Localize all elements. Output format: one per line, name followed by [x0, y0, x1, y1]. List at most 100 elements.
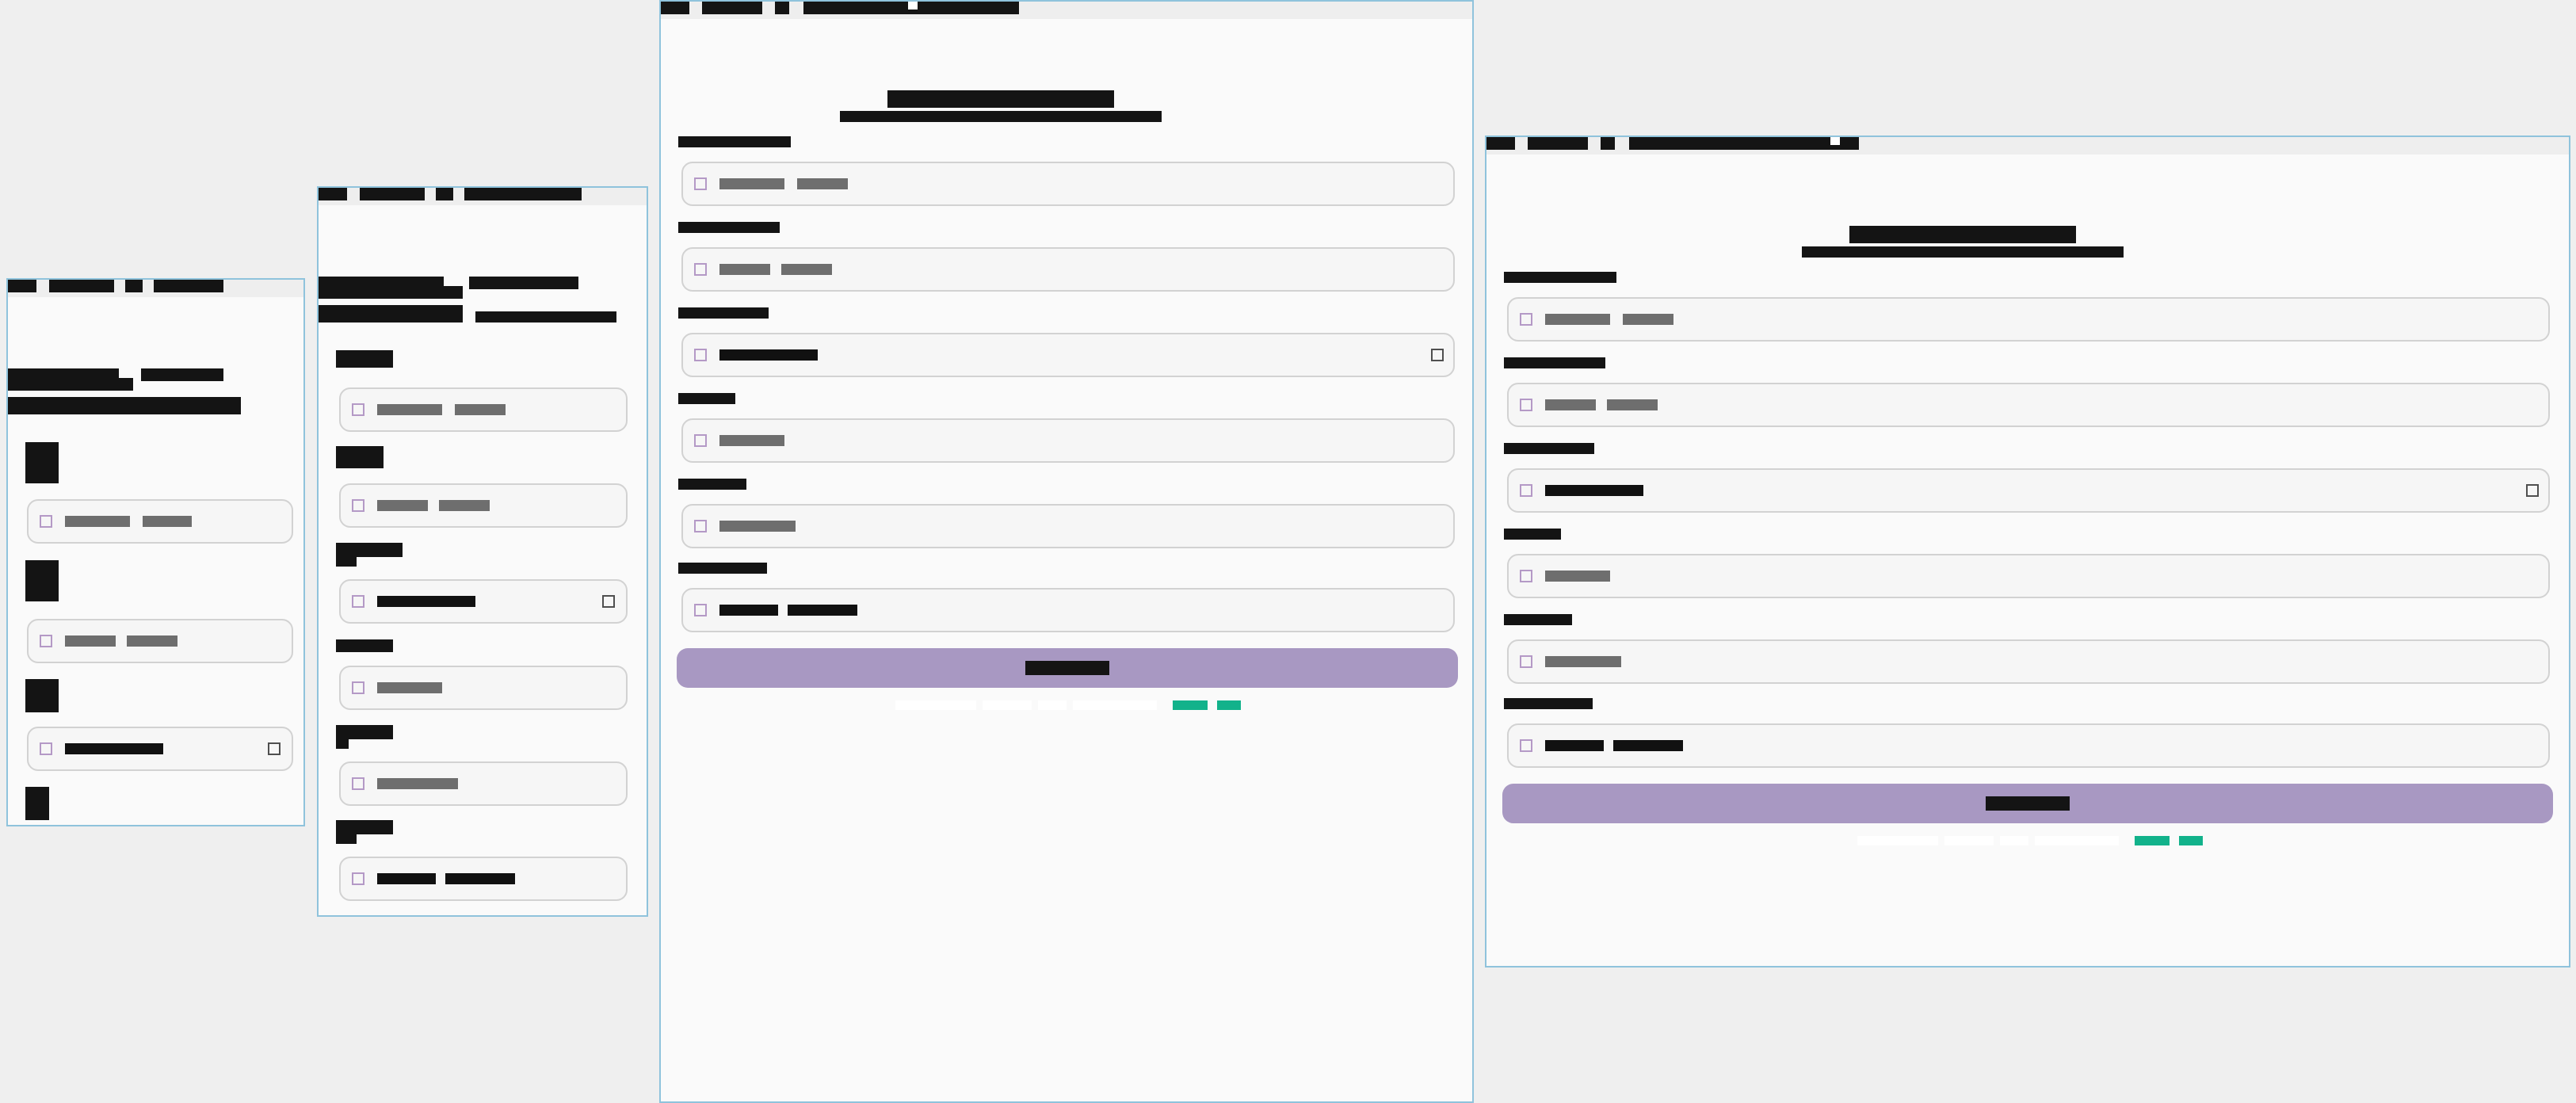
text-field[interactable]: [339, 666, 628, 710]
text-field[interactable]: [681, 418, 1455, 463]
checkbox-icon: [352, 499, 364, 512]
field-label: [336, 725, 393, 739]
field-label: [1504, 614, 1572, 625]
form-title: [8, 368, 119, 391]
field-value: [377, 873, 436, 884]
text-field[interactable]: [1507, 639, 2550, 684]
checkbox-icon: [694, 349, 707, 361]
field-placeholder: [377, 500, 428, 511]
field-label: [25, 787, 49, 820]
field-label: [678, 479, 746, 490]
field-placeholder: [65, 516, 130, 527]
text-field[interactable]: [27, 619, 293, 663]
text-field[interactable]: [339, 387, 628, 432]
field-placeholder: [65, 635, 116, 647]
form-title: [887, 90, 1114, 108]
screen-frame-sm: [317, 186, 648, 917]
checkbox-icon: [40, 515, 52, 528]
field-placeholder: [719, 178, 784, 189]
field-placeholder: [1545, 656, 1621, 667]
text-field[interactable]: [1507, 723, 2550, 768]
field-label: [678, 222, 780, 233]
field-value: [719, 349, 818, 361]
field-placeholder: [719, 264, 770, 275]
field-label: [336, 639, 393, 652]
signin-link[interactable]: [2135, 836, 2170, 845]
field-label: [1504, 529, 1561, 540]
toggle-visibility-icon[interactable]: [2526, 484, 2539, 497]
checkbox-icon: [694, 177, 707, 190]
checkbox-icon: [1520, 739, 1532, 752]
text-field[interactable]: [339, 483, 628, 528]
checkbox-icon: [40, 635, 52, 647]
text-field[interactable]: [681, 247, 1455, 292]
checkbox-icon: [1520, 655, 1532, 668]
checkbox-icon: [694, 604, 707, 616]
field-placeholder: [377, 682, 442, 693]
screen-frame-md: [659, 0, 1474, 1103]
toggle-visibility-icon[interactable]: [602, 595, 615, 608]
form-subtitle: [840, 111, 1162, 122]
field-placeholder: [1545, 399, 1596, 410]
checkbox-icon: [694, 434, 707, 447]
browser-topbar: [1486, 137, 2569, 155]
submit-button[interactable]: [1502, 784, 2553, 823]
checkbox-icon: [352, 872, 364, 885]
text-field[interactable]: [1507, 297, 2550, 342]
text-field[interactable]: [1507, 383, 2550, 427]
checkbox-icon: [694, 263, 707, 276]
form-subtitle: [8, 397, 241, 414]
screen-frame-xs: [6, 278, 305, 826]
screen-frame-lg: [1485, 135, 2570, 968]
field-label: [336, 446, 384, 468]
field-label: [1504, 443, 1594, 454]
field-label: [678, 393, 735, 404]
field-placeholder: [719, 435, 784, 446]
field-value: [1545, 740, 1604, 751]
checkbox-icon: [1520, 313, 1532, 326]
field-placeholder: [719, 521, 796, 532]
form-subtitle: [1802, 246, 2124, 258]
text-field[interactable]: [681, 588, 1455, 632]
field-placeholder: [1545, 571, 1610, 582]
field-value: [65, 743, 163, 754]
password-field[interactable]: [339, 579, 628, 624]
text-field[interactable]: [339, 761, 628, 806]
field-placeholder: [377, 778, 458, 789]
field-label: [25, 442, 59, 483]
checkbox-icon: [352, 403, 364, 416]
field-label: [25, 679, 59, 712]
toggle-visibility-icon[interactable]: [268, 742, 280, 755]
field-value: [719, 605, 778, 616]
checkbox-icon: [1520, 399, 1532, 411]
password-field[interactable]: [681, 333, 1455, 377]
text-field[interactable]: [1507, 554, 2550, 598]
form-subtitle: [319, 305, 463, 323]
field-label: [336, 820, 393, 834]
field-placeholder: [1545, 314, 1610, 325]
browser-topbar: [319, 188, 647, 205]
signin-link[interactable]: [1173, 700, 1208, 710]
field-label: [336, 350, 393, 368]
text-field[interactable]: [681, 162, 1455, 206]
field-value: [377, 596, 475, 607]
field-label: [678, 307, 769, 319]
password-field[interactable]: [1507, 468, 2550, 513]
checkbox-icon: [40, 742, 52, 755]
field-label: [336, 543, 403, 557]
password-field[interactable]: [27, 727, 293, 771]
text-field[interactable]: [27, 499, 293, 544]
text-field[interactable]: [681, 504, 1455, 548]
text-field[interactable]: [339, 857, 628, 901]
form-title: [319, 277, 444, 299]
toggle-visibility-icon[interactable]: [1431, 349, 1444, 361]
field-label: [678, 136, 791, 147]
submit-button[interactable]: [677, 648, 1458, 688]
submit-button-label: [1025, 661, 1109, 675]
field-label: [25, 560, 59, 601]
browser-topbar: [8, 280, 303, 297]
field-label: [678, 563, 767, 574]
field-label: [1504, 698, 1593, 709]
field-value: [1545, 485, 1643, 496]
checkbox-icon: [1520, 570, 1532, 582]
